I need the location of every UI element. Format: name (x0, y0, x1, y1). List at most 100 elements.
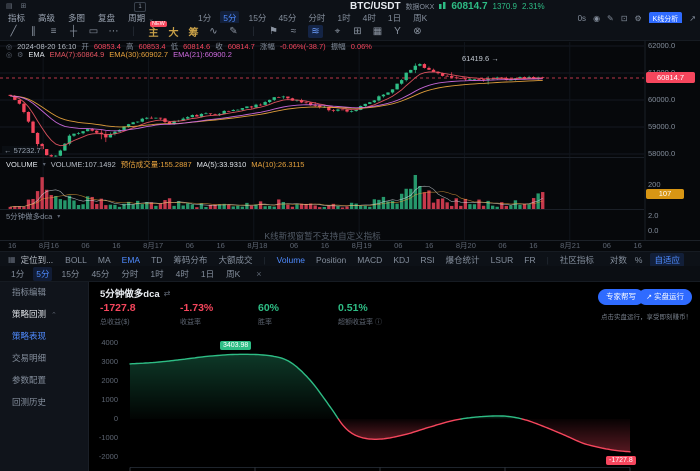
swap-icon[interactable]: ⇄ (164, 289, 171, 298)
panel-timeframe-button[interactable]: 1时 (147, 267, 166, 281)
rectangle-tool-icon[interactable]: ▭ (88, 26, 99, 37)
locate-label[interactable]: 定位到... (21, 254, 54, 266)
indicator-tab[interactable]: Position (316, 255, 346, 265)
sidebar-strategy-performance[interactable]: 策略表现 (0, 325, 88, 347)
close-panel-icon[interactable]: × (253, 268, 264, 280)
new-badge: NEW (150, 21, 167, 27)
stat-value: 60% (258, 302, 279, 314)
continuous-drawing-icon[interactable]: ≋ (308, 25, 323, 38)
indicator-tab[interactable]: TD (151, 255, 162, 265)
scale-control[interactable]: 对数 (610, 254, 627, 266)
scale-controls: 对数% 自适应 (610, 253, 692, 267)
ema7-value: EMA(7):60864.9 (50, 50, 105, 59)
annotate-icon[interactable]: ✎ (228, 26, 239, 37)
time-axis-tick: 8月20 (456, 240, 476, 251)
filter-icon[interactable]: Y (392, 26, 403, 37)
panel-timeframe-button[interactable]: 45分 (88, 267, 112, 281)
chevron-down-icon[interactable]: ▾ (43, 161, 46, 168)
high-price-marker: 61419.6 → (462, 54, 499, 63)
panel-timeframe-button[interactable]: 5分 (33, 267, 52, 281)
equity-end-badge: -1727.8 (606, 456, 636, 465)
tab-community-indicators[interactable]: 社区指标 (560, 254, 594, 266)
wave-tool-icon[interactable]: ∿ (208, 26, 219, 37)
large-order-tool[interactable]: 大 (168, 24, 179, 39)
info-icon[interactable]: ⓘ (375, 319, 382, 326)
live-run-button[interactable]: ↗实盘运行 (638, 289, 692, 305)
visibility-icon[interactable]: ◎ (6, 51, 12, 59)
dca-indicator-label: 5分钟做多dca (6, 211, 52, 222)
layout-icon[interactable]: ▤ (6, 2, 13, 10)
tab-separator: | (547, 255, 549, 265)
panel-timeframe-button[interactable]: 4时 (173, 267, 192, 281)
time-axis-tick: 8月18 (247, 240, 267, 251)
sidebar-backtest-history[interactable]: 回测历史 (0, 391, 88, 413)
grid-tool-icon[interactable]: ▦ (372, 26, 383, 37)
settings-icon[interactable]: ⚙ (17, 51, 23, 59)
indicator-tab[interactable]: KDJ (393, 255, 409, 265)
stat-label: 超额收益率 ⓘ (338, 317, 382, 327)
zoom-area-icon[interactable]: ⊞ (352, 26, 363, 37)
more-drawings-icon[interactable]: ⋯ (108, 26, 119, 37)
measure-icon[interactable]: ⌖ (332, 26, 343, 37)
sidebar-trade-details[interactable]: 交易明细 (0, 347, 88, 369)
indicator-tabs: BOLL MA EMA TD 筹码分布大额成交 | Volume Position MACD KD… (65, 254, 605, 266)
time-axis-tick: 16 (217, 241, 225, 250)
tab-count-badge: 1 (134, 2, 146, 12)
sidebar-parameter-config[interactable]: 参数配置 (0, 369, 88, 391)
window-icon[interactable]: ⊞ (21, 2, 27, 10)
indicator-tab[interactable]: RSI (420, 255, 434, 265)
price-change: 1370.9 (493, 2, 517, 11)
low-price-marker: ← 57232.7 (2, 146, 43, 155)
fullscreen-icon[interactable]: ⊡ (621, 14, 628, 23)
stat-return-rate: -1.73% 收益率 (180, 302, 213, 327)
indicator-tab[interactable]: LSUR (491, 255, 514, 265)
ema-row: ◎ ⚙ EMA EMA(7):60864.9 EMA(30):60902.7 E… (6, 50, 232, 59)
edit-icon[interactable]: ✎ (607, 14, 614, 23)
price-axis-label: 2.0 (648, 211, 658, 220)
drawing-toolbar: ╱∥≡┼▭⋯|主大筹∿✎|⚑≈≋⌖⊞▦Y⊗ (0, 23, 700, 41)
candlestick-chart[interactable] (0, 40, 700, 251)
indicator-tab[interactable]: 筹码分布 (173, 254, 207, 266)
scale-control[interactable]: 自适应 (650, 253, 684, 267)
flag-icon[interactable]: ⚑ (268, 26, 279, 37)
indicator-tab[interactable]: FR (524, 255, 535, 265)
price-change-pct: 2.31% (522, 2, 545, 11)
indicator-tab[interactable]: BOLL (65, 255, 87, 265)
panel-timeframe-button[interactable]: 15分 (58, 267, 82, 281)
timer-button[interactable]: 0s (578, 14, 586, 23)
data-source-label: 数据OKX (406, 2, 435, 12)
gear-icon[interactable]: ⚙ (634, 14, 641, 23)
expert-write-button[interactable]: 专家帮写 (598, 289, 644, 305)
volume-ma10: MA(10):26.3115 (251, 160, 304, 169)
indicator-tab[interactable]: 爆仓统计 (446, 254, 480, 266)
parallel-channel-icon[interactable]: ∥ (28, 26, 39, 37)
indicator-tab[interactable]: MA (98, 255, 111, 265)
remove-drawings-icon[interactable]: ⊗ (412, 26, 423, 37)
scale-control[interactable]: % (635, 255, 643, 265)
sidebar-strategy-backtest[interactable]: 策略回测 (0, 303, 88, 325)
panel-timeframe-button[interactable]: 1分 (8, 267, 27, 281)
chevron-down-icon[interactable]: ▾ (57, 213, 60, 220)
indicator-tab[interactable]: Volume (277, 255, 305, 265)
horizontal-line-icon[interactable]: ≡ (48, 26, 59, 37)
sidebar-indicator-edit[interactable]: 指标编辑 (0, 281, 88, 303)
grid-icon[interactable]: ▦ (8, 255, 16, 264)
panel-timeframe-button[interactable]: 分时 (118, 267, 141, 281)
trend-line-icon[interactable]: ╱ (8, 26, 19, 37)
brush-icon[interactable]: ≈ (288, 26, 299, 37)
indicator-tab[interactable]: MACD (357, 255, 382, 265)
chip-distribution-tool[interactable]: 筹 (188, 24, 199, 39)
volume-row: VOLUME ▾ VOLUME:107.1492 预估成交量:155.2887 … (6, 159, 304, 170)
share-icon[interactable]: ↗ (689, 14, 696, 23)
cross-line-icon[interactable]: ┼ (68, 26, 79, 37)
strategy-panel: 指标编辑策略回测策略表现交易明细参数配置回测历史 5分钟做多dca ⇄ -172… (0, 281, 700, 471)
time-axis-tick: 16 (425, 241, 433, 250)
panel-timeframe-button[interactable]: 1日 (198, 267, 217, 281)
panel-timeframe-button[interactable]: 周K (223, 267, 243, 281)
camera-icon[interactable]: ◉ (593, 14, 600, 23)
equity-curve-chart[interactable] (88, 330, 700, 471)
time-axis-tick: 16 (529, 241, 537, 250)
indicator-tab[interactable]: EMA (122, 255, 140, 265)
indicator-tab[interactable]: 大额成交 (218, 254, 252, 266)
time-axis-tick: 8月19 (352, 240, 372, 251)
